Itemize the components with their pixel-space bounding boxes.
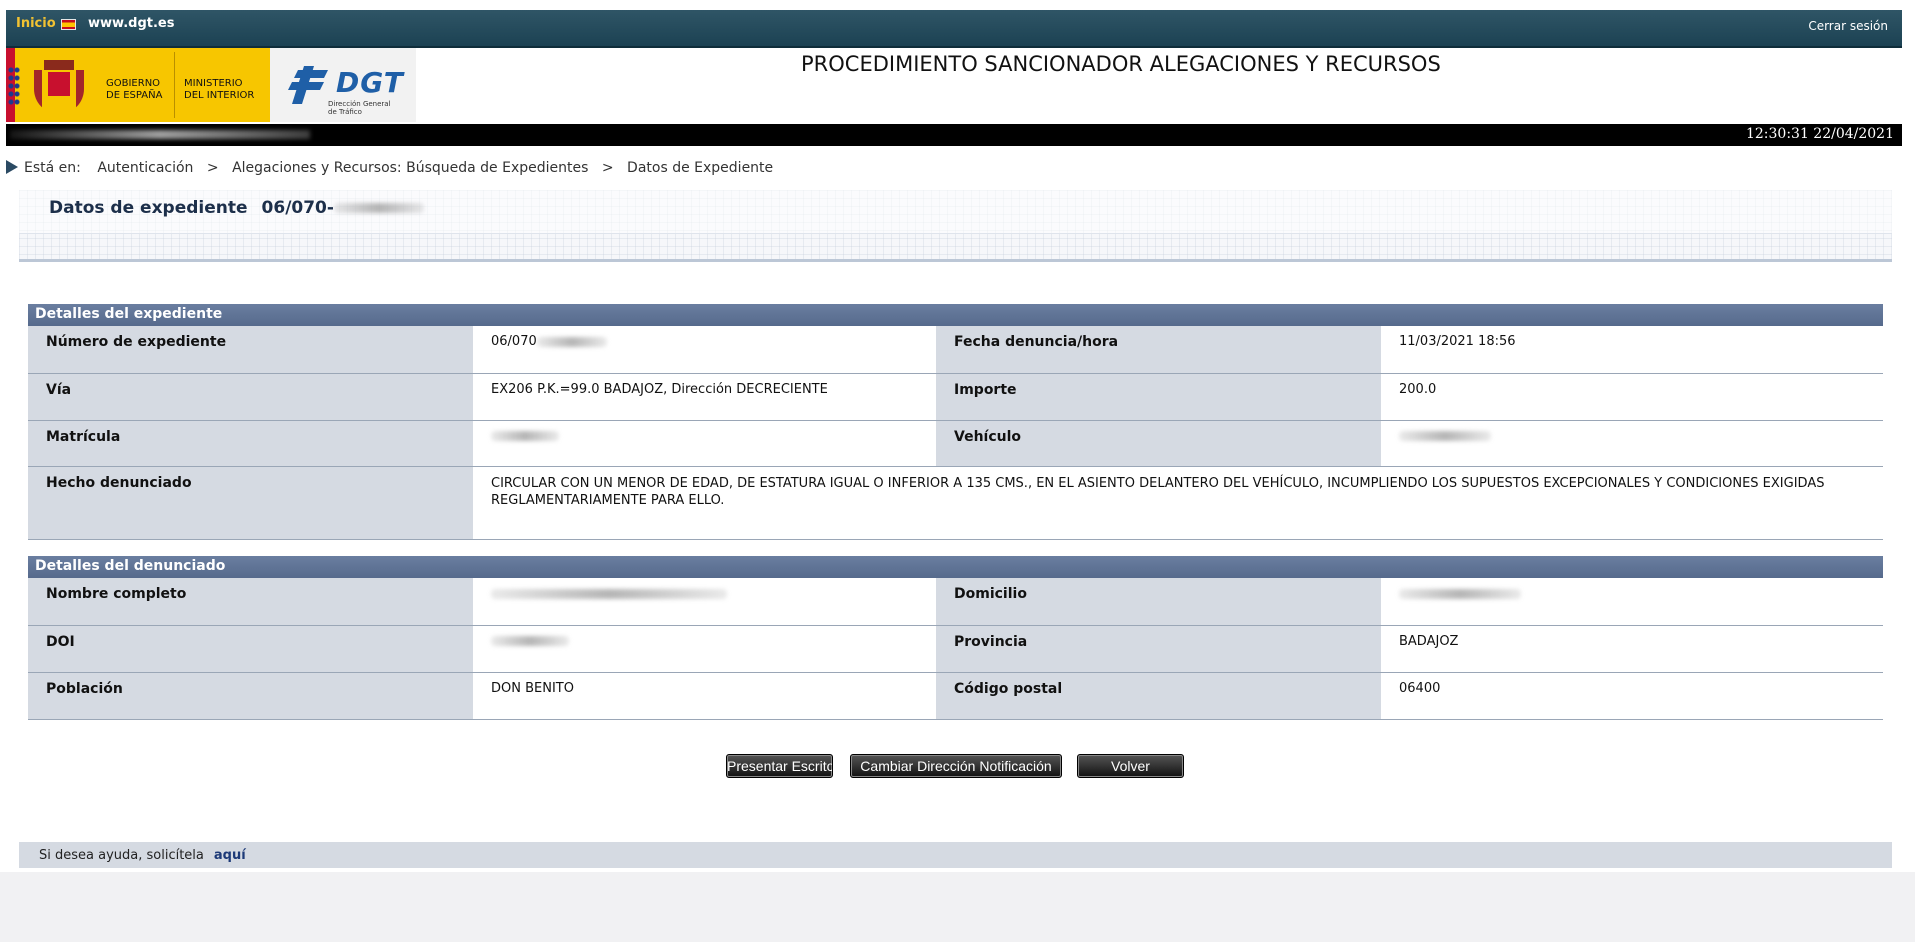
hecho-label: Hecho denunciado — [28, 466, 473, 540]
redacted-value — [1399, 588, 1521, 599]
importe-label: Importe — [936, 373, 1381, 421]
redacted-user — [10, 130, 310, 139]
poblacion-label: Población — [28, 672, 473, 720]
numero-value-text: 06/070 — [491, 334, 537, 349]
doi-label: DOI — [28, 625, 473, 673]
domicilio-label: Domicilio — [936, 578, 1381, 626]
dgt-logo-text: DGT — [336, 66, 404, 99]
breadcrumb-item-autenticacion[interactable]: Autenticación — [97, 160, 193, 176]
redacted-value — [1399, 431, 1491, 441]
dgt-logo-icon — [288, 66, 328, 104]
ministry-label: MINISTERIO DEL INTERIOR — [184, 78, 255, 101]
expediente-number: 06/070- — [261, 198, 334, 218]
eu-flag-bar — [6, 48, 24, 122]
expediente-details-heading: Detalles del expediente — [28, 304, 1883, 326]
table-row: Vía EX206 P.K.=99.0 BADAJOZ, Dirección D… — [28, 373, 1883, 421]
provincia-label: Provincia — [936, 625, 1381, 673]
logo-strip: GOBIERNO DE ESPAÑA MINISTERIO DEL INTERI… — [6, 48, 416, 122]
vehiculo-value — [1381, 420, 1883, 467]
government-label: GOBIERNO DE ESPAÑA — [106, 78, 163, 101]
table-row: Población DON BENITO Código postal 06400 — [28, 672, 1883, 720]
volver-button[interactable]: Volver — [1077, 754, 1184, 778]
cp-value: 06400 — [1381, 672, 1883, 720]
redacted-value — [491, 431, 559, 441]
provincia-value: BADAJOZ — [1381, 625, 1883, 673]
presentar-escrito-button[interactable]: Presentar Escrito — [726, 754, 833, 778]
help-link[interactable]: aquí — [214, 848, 246, 863]
current-datetime: 12:30:31 22/04/2021 — [1745, 126, 1894, 142]
status-bar: 12:30:31 22/04/2021 — [6, 124, 1902, 146]
nombre-label: Nombre completo — [28, 578, 473, 626]
vehiculo-label: Vehículo — [936, 420, 1381, 467]
cambiar-direccion-button[interactable]: Cambiar Dirección Notificación — [850, 754, 1062, 778]
table-row: DOI Provincia BADAJOZ — [28, 625, 1883, 673]
denunciado-details-section: Detalles del denunciado Nombre completo … — [28, 556, 1883, 720]
logout-link[interactable]: Cerrar sesión — [1808, 19, 1888, 33]
table-row: Nombre completo Domicilio — [28, 578, 1883, 626]
top-bar: Inicio www.dgt.es Cerrar sesión — [6, 10, 1902, 48]
help-text: Si desea ayuda, solicítela — [39, 848, 204, 863]
dgt-site-link[interactable]: www.dgt.es — [88, 16, 174, 31]
nombre-value — [473, 578, 936, 626]
importe-value: 200.0 — [1381, 373, 1883, 421]
breadcrumb-item-datos: Datos de Expediente — [627, 160, 774, 176]
page: Inicio www.dgt.es Cerrar sesión GOBIERNO… — [0, 0, 1915, 872]
via-label: Vía — [28, 373, 473, 421]
numero-label: Número de expediente — [28, 326, 473, 374]
matricula-value — [473, 420, 936, 467]
expediente-header-panel: Datos de expediente 06/070- — [19, 190, 1892, 262]
table-row: Matrícula Vehículo — [28, 420, 1883, 467]
breadcrumb-arrow-icon — [6, 160, 18, 174]
cp-label: Código postal — [936, 672, 1381, 720]
site-header: GOBIERNO DE ESPAÑA MINISTERIO DEL INTERI… — [6, 48, 1902, 123]
table-row: Hecho denunciado CIRCULAR CON UN MENOR D… — [28, 466, 1883, 540]
doi-value — [473, 625, 936, 673]
fecha-value: 11/03/2021 18:56 — [1381, 326, 1883, 374]
breadcrumb: Está en: Autenticación > Alegaciones y R… — [6, 160, 773, 176]
page-title: PROCEDIMIENTO SANCIONADOR ALEGACIONES Y … — [801, 52, 1441, 76]
redacted-number — [333, 203, 424, 213]
breadcrumb-separator: > — [601, 160, 614, 176]
expediente-details-section: Detalles del expediente Número de expedi… — [28, 304, 1883, 540]
matricula-label: Matrícula — [28, 420, 473, 467]
dgt-subtitle: Dirección General de Tráfico — [328, 100, 391, 116]
coat-of-arms-icon — [34, 56, 84, 114]
government-logo: GOBIERNO DE ESPAÑA MINISTERIO DEL INTERI… — [6, 48, 270, 122]
hecho-value: CIRCULAR CON UN MENOR DE EDAD, DE ESTATU… — [473, 466, 1883, 540]
fecha-label: Fecha denuncia/hora — [936, 326, 1381, 374]
redacted-value — [491, 588, 727, 599]
denunciado-details-heading: Detalles del denunciado — [28, 556, 1883, 578]
breadcrumb-separator: > — [206, 160, 219, 176]
domicilio-value — [1381, 578, 1883, 626]
redacted-value — [491, 636, 569, 646]
breadcrumb-prefix: Está en: — [24, 160, 81, 176]
expediente-title: Datos de expediente 06/070- — [49, 198, 424, 218]
poblacion-value: DON BENITO — [473, 672, 936, 720]
help-footer: Si desea ayuda, solicítela aquí — [19, 842, 1892, 868]
redacted-value — [536, 336, 607, 347]
spain-flag-icon — [61, 19, 76, 30]
logo-divider — [174, 52, 175, 118]
via-value: EX206 P.K.=99.0 BADAJOZ, Dirección DECRE… — [473, 373, 936, 421]
denunciado-details-table: Nombre completo Domicilio DOI Provincia … — [28, 578, 1883, 720]
breadcrumb-item-busqueda[interactable]: Alegaciones y Recursos: Búsqueda de Expe… — [232, 160, 588, 176]
expediente-details-table: Número de expediente 06/070 Fecha denunc… — [28, 326, 1883, 540]
home-link[interactable]: Inicio — [16, 16, 56, 31]
expediente-title-label: Datos de expediente — [49, 198, 248, 218]
table-row: Número de expediente 06/070 Fecha denunc… — [28, 326, 1883, 374]
numero-value: 06/070 — [473, 326, 936, 374]
